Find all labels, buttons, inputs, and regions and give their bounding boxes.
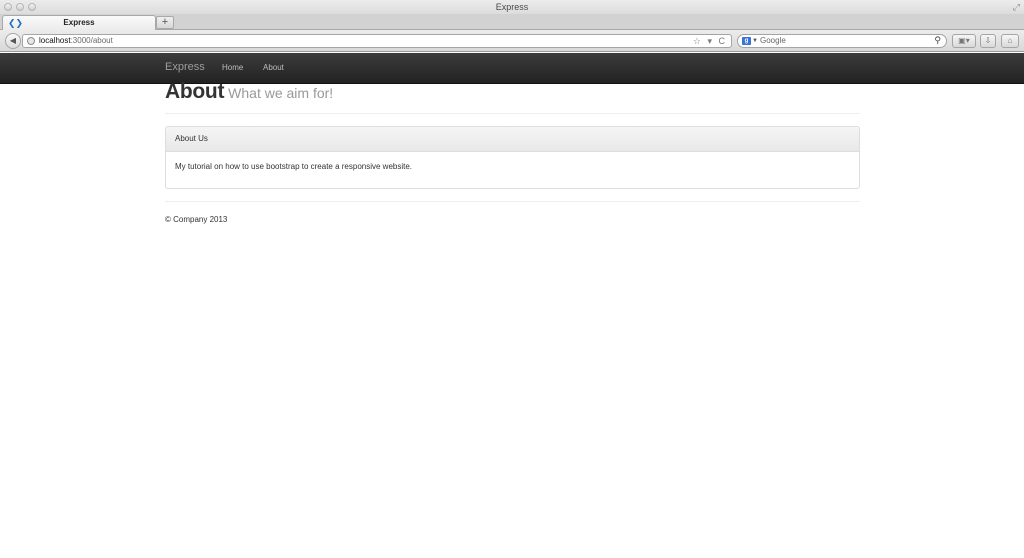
url-host: localhost — [39, 36, 71, 45]
back-button[interactable]: ◀ — [5, 33, 21, 49]
tab-strip: ❮❯ Express + — [0, 14, 1024, 30]
minimize-window-button[interactable] — [16, 3, 24, 11]
page-header: About What we aim for! — [165, 80, 860, 114]
page-subtitle: What we aim for! — [228, 85, 334, 101]
panel-heading: About Us — [166, 127, 859, 152]
nav-link-about[interactable]: About — [263, 63, 284, 72]
window-title: Express — [495, 2, 529, 12]
globe-icon — [27, 37, 35, 45]
home-button[interactable]: ⌂ — [1001, 34, 1019, 48]
window-titlebar: Express ⤢ — [0, 0, 1024, 14]
footer-divider — [165, 201, 860, 202]
browser-toolbar: ◀ localhost:3000/about ☆ ▾ C g ▼ Google … — [0, 30, 1024, 52]
bookmarks-button[interactable]: ▣▾ — [952, 34, 976, 48]
new-tab-button[interactable]: + — [156, 16, 174, 29]
panel-body: My tutorial on how to use bootstrap to c… — [175, 162, 413, 171]
fullscreen-icon[interactable]: ⤢ — [1013, 2, 1020, 12]
navbar-brand[interactable]: Express — [165, 61, 205, 73]
google-engine-icon[interactable]: g — [742, 37, 751, 45]
search-input[interactable]: g ▼ Google ⚲ — [737, 34, 947, 48]
downloads-button[interactable]: ⇩ — [980, 34, 996, 48]
close-window-button[interactable] — [4, 3, 12, 11]
address-bar[interactable]: localhost:3000/about ☆ ▾ C — [22, 34, 732, 48]
about-panel: About Us My tutorial on how to use boots… — [165, 126, 860, 189]
page-title: About — [165, 80, 225, 103]
search-icon[interactable]: ⚲ — [934, 34, 941, 46]
zoom-window-button[interactable] — [28, 3, 36, 11]
tab-express[interactable]: ❮❯ Express — [2, 15, 156, 30]
tab-title: Express — [63, 18, 95, 27]
bookmark-star-reload-icons[interactable]: ☆ ▾ C — [693, 35, 727, 47]
nav-link-home[interactable]: Home — [222, 63, 243, 72]
engine-dropdown-icon[interactable]: ▼ — [752, 35, 758, 47]
url-path: :3000/about — [70, 36, 113, 45]
search-placeholder: Google — [760, 36, 786, 45]
footer-copyright: © Company 2013 — [165, 215, 228, 224]
